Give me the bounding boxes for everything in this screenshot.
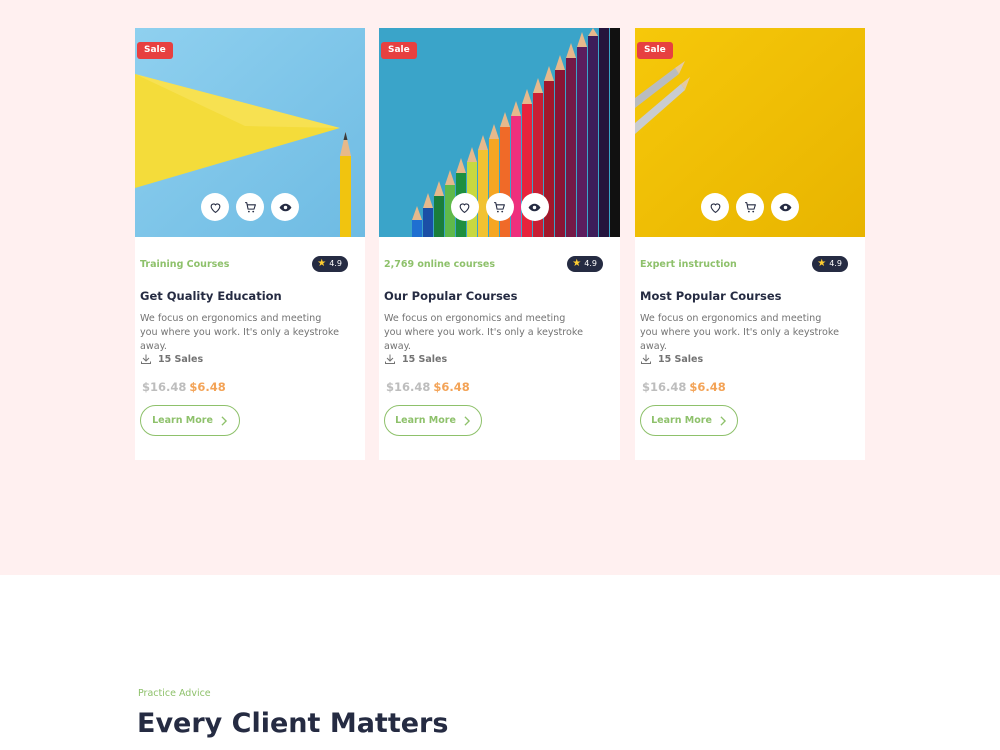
card-actions — [635, 193, 865, 221]
course-title[interactable]: Our Popular Courses — [384, 289, 517, 303]
quick-view-button[interactable] — [520, 193, 549, 221]
rating-badge: ★ 4.9 — [812, 256, 848, 272]
new-price: $6.48 — [189, 380, 226, 394]
rating-value: 4.9 — [329, 259, 342, 268]
new-price: $6.48 — [689, 380, 726, 394]
course-card: Sale Training Courses ★ 4.9 Get Quality E… — [135, 28, 365, 460]
card-actions — [379, 193, 620, 221]
chevron-right-icon — [464, 415, 470, 426]
old-price: $16.48 — [142, 380, 187, 394]
price: $16.48 $6.48 — [142, 380, 226, 394]
course-title[interactable]: Get Quality Education — [140, 289, 282, 303]
wishlist-button[interactable] — [701, 193, 729, 221]
sales-count: 15 Sales — [640, 353, 703, 365]
sale-badge: Sale — [137, 42, 173, 59]
quick-view-button[interactable] — [771, 193, 799, 221]
cart-icon — [244, 201, 256, 212]
learn-more-button[interactable]: Learn More — [140, 405, 240, 436]
add-to-cart-button[interactable] — [485, 193, 514, 221]
star-icon: ★ — [572, 258, 582, 269]
quick-view-button[interactable] — [271, 193, 299, 221]
card-meta: Training Courses ★ 4.9 — [140, 254, 348, 274]
wishlist-button[interactable] — [201, 193, 229, 221]
wishlist-button[interactable] — [450, 193, 479, 221]
rating-value: 4.9 — [584, 259, 597, 268]
course-description: We focus on ergonomics and meeting you w… — [640, 313, 840, 352]
section-kicker: Practice Advice — [138, 688, 211, 699]
course-category[interactable]: 2,769 online courses — [384, 259, 495, 270]
sales-label: 15 Sales — [658, 353, 704, 365]
heart-icon — [459, 202, 470, 213]
sales-label: 15 Sales — [158, 353, 204, 365]
sales-count: 15 Sales — [140, 353, 203, 365]
price: $16.48 $6.48 — [386, 380, 470, 394]
heart-icon — [710, 202, 720, 213]
rating-value: 4.9 — [829, 259, 842, 268]
old-price: $16.48 — [386, 380, 431, 394]
eye-icon — [279, 203, 291, 211]
star-icon: ★ — [817, 258, 827, 269]
sales-label: 15 Sales — [402, 353, 448, 365]
course-card: Sale 2,769 online courses ★ 4.9 Our Popul… — [379, 28, 620, 460]
sales-count: 15 Sales — [384, 353, 447, 365]
add-to-cart-button[interactable] — [736, 193, 764, 221]
learn-more-label: Learn More — [651, 415, 712, 426]
download-icon — [141, 354, 151, 364]
download-icon — [385, 354, 395, 364]
heart-icon — [210, 202, 220, 213]
course-card: Sale Expert instruction ★ 4.9 Most Popula… — [635, 28, 865, 460]
learn-more-label: Learn More — [395, 415, 456, 426]
chevron-right-icon — [221, 415, 227, 426]
learn-more-button[interactable]: Learn More — [384, 405, 482, 436]
chevron-right-icon — [720, 415, 726, 426]
sale-badge: Sale — [381, 42, 417, 59]
learn-more-button[interactable]: Learn More — [640, 405, 738, 436]
eye-icon — [528, 203, 541, 211]
add-to-cart-button[interactable] — [236, 193, 264, 221]
cart-icon — [494, 201, 505, 212]
section-heading: Every Client Matters — [137, 708, 449, 739]
courses-section: Sale Training Courses ★ 4.9 Get Quality E… — [0, 0, 1000, 575]
price: $16.48 $6.48 — [642, 380, 726, 394]
practice-advice-section: Practice Advice Every Client Matters — [0, 575, 1000, 750]
rating-badge: ★ 4.9 — [567, 256, 603, 272]
course-category[interactable]: Training Courses — [140, 259, 229, 270]
course-image[interactable]: Sale — [379, 28, 620, 237]
course-image[interactable]: Sale — [635, 28, 865, 237]
course-description: We focus on ergonomics and meeting you w… — [384, 313, 584, 352]
eye-icon — [779, 203, 791, 211]
new-price: $6.48 — [433, 380, 470, 394]
course-category[interactable]: Expert instruction — [640, 259, 737, 270]
sale-badge: Sale — [637, 42, 673, 59]
cart-icon — [744, 201, 756, 212]
learn-more-label: Learn More — [152, 415, 213, 426]
star-icon: ★ — [317, 258, 327, 269]
old-price: $16.48 — [642, 380, 687, 394]
card-meta: 2,769 online courses ★ 4.9 — [384, 254, 603, 274]
download-icon — [641, 354, 651, 364]
rating-badge: ★ 4.9 — [312, 256, 348, 272]
course-title[interactable]: Most Popular Courses — [640, 289, 782, 303]
course-image[interactable]: Sale — [135, 28, 365, 237]
course-description: We focus on ergonomics and meeting you w… — [140, 313, 340, 352]
card-actions — [135, 193, 365, 221]
card-meta: Expert instruction ★ 4.9 — [640, 254, 848, 274]
